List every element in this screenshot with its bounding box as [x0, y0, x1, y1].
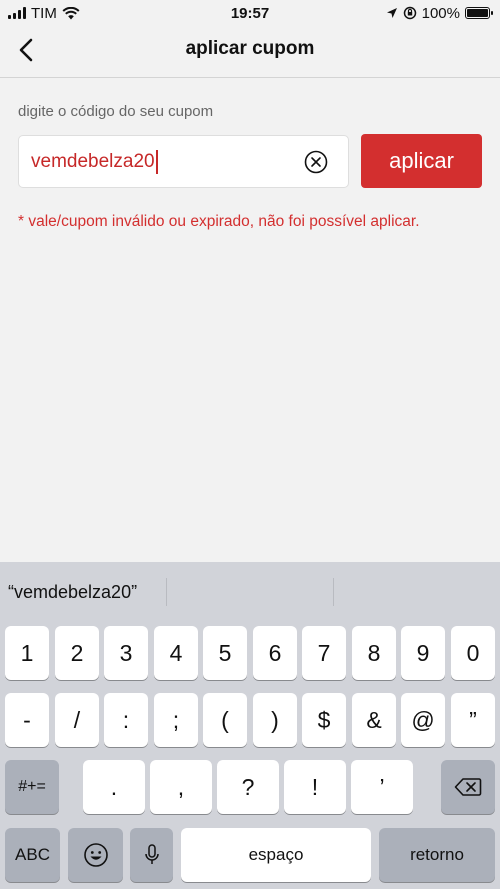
- suggestion-divider: [333, 578, 334, 606]
- coupon-text: vemdebelza20: [31, 150, 155, 172]
- coupon-input-value[interactable]: vemdebelza20: [31, 149, 158, 174]
- clear-input-icon[interactable]: [304, 150, 328, 174]
- key-ampersand[interactable]: &: [352, 693, 396, 747]
- key-semicolon[interactable]: ;: [154, 693, 198, 747]
- wifi-icon: [62, 6, 80, 19]
- carrier-name: TIM: [31, 4, 57, 22]
- status-left: TIM: [8, 5, 80, 22]
- key-2[interactable]: 2: [55, 626, 99, 680]
- keyboard: “vemdebelza20” 1 2 3 4 5 6 7 8 9 0 - / :…: [0, 562, 500, 889]
- key-hyphen[interactable]: -: [5, 693, 49, 747]
- suggestion-divider: [166, 578, 167, 606]
- key-6[interactable]: 6: [253, 626, 297, 680]
- status-bar: TIM 19:57 100%: [0, 0, 500, 26]
- key-0[interactable]: 0: [451, 626, 495, 680]
- text-caret: [155, 149, 158, 174]
- apply-coupon-button[interactable]: aplicar: [361, 134, 482, 188]
- key-question[interactable]: ?: [217, 760, 279, 814]
- coupon-input-field[interactable]: vemdebelza20: [18, 135, 349, 188]
- backspace-icon: [454, 778, 482, 796]
- rotation-lock-icon: [403, 6, 416, 20]
- key-3[interactable]: 3: [104, 626, 148, 680]
- nav-bar: aplicar cupom: [0, 26, 500, 78]
- key-8[interactable]: 8: [352, 626, 396, 680]
- key-colon[interactable]: :: [104, 693, 148, 747]
- key-dollar[interactable]: $: [302, 693, 346, 747]
- emoji-key[interactable]: [68, 828, 123, 882]
- key-1[interactable]: 1: [5, 626, 49, 680]
- key-4[interactable]: 4: [154, 626, 198, 680]
- delete-key[interactable]: [441, 760, 495, 814]
- dictation-key[interactable]: [130, 828, 173, 882]
- key-at[interactable]: @: [401, 693, 445, 747]
- location-arrow-icon: [386, 8, 397, 18]
- status-right: 100%: [386, 4, 493, 22]
- key-exclamation[interactable]: !: [284, 760, 346, 814]
- coupon-field-label: digite o código do seu cupom: [18, 103, 214, 120]
- keyboard-suggestion[interactable]: “vemdebelza20”: [8, 582, 137, 603]
- space-key[interactable]: espaço: [181, 828, 371, 882]
- key-apostrophe[interactable]: ’: [351, 760, 413, 814]
- emoji-icon: [83, 843, 108, 867]
- battery-icon: [465, 7, 493, 19]
- coupon-error-message: * vale/cupom inválido ou expirado, não f…: [18, 213, 420, 230]
- key-7[interactable]: 7: [302, 626, 346, 680]
- microphone-icon: [144, 844, 159, 864]
- cell-signal-icon: [8, 7, 26, 19]
- key-abc[interactable]: ABC: [5, 828, 60, 882]
- key-slash[interactable]: /: [55, 693, 99, 747]
- key-comma[interactable]: ,: [150, 760, 212, 814]
- key-more-symbols[interactable]: #+=: [5, 760, 59, 814]
- page-title: aplicar cupom: [185, 38, 315, 59]
- key-quote[interactable]: ”: [451, 693, 495, 747]
- key-9[interactable]: 9: [401, 626, 445, 680]
- key-period[interactable]: .: [83, 760, 145, 814]
- battery-percent: 100%: [421, 4, 460, 22]
- suggestion-bar: “vemdebelza20”: [0, 562, 500, 620]
- key-5[interactable]: 5: [203, 626, 247, 680]
- key-close-paren[interactable]: ): [253, 693, 297, 747]
- key-open-paren[interactable]: (: [203, 693, 247, 747]
- return-key[interactable]: retorno: [379, 828, 495, 882]
